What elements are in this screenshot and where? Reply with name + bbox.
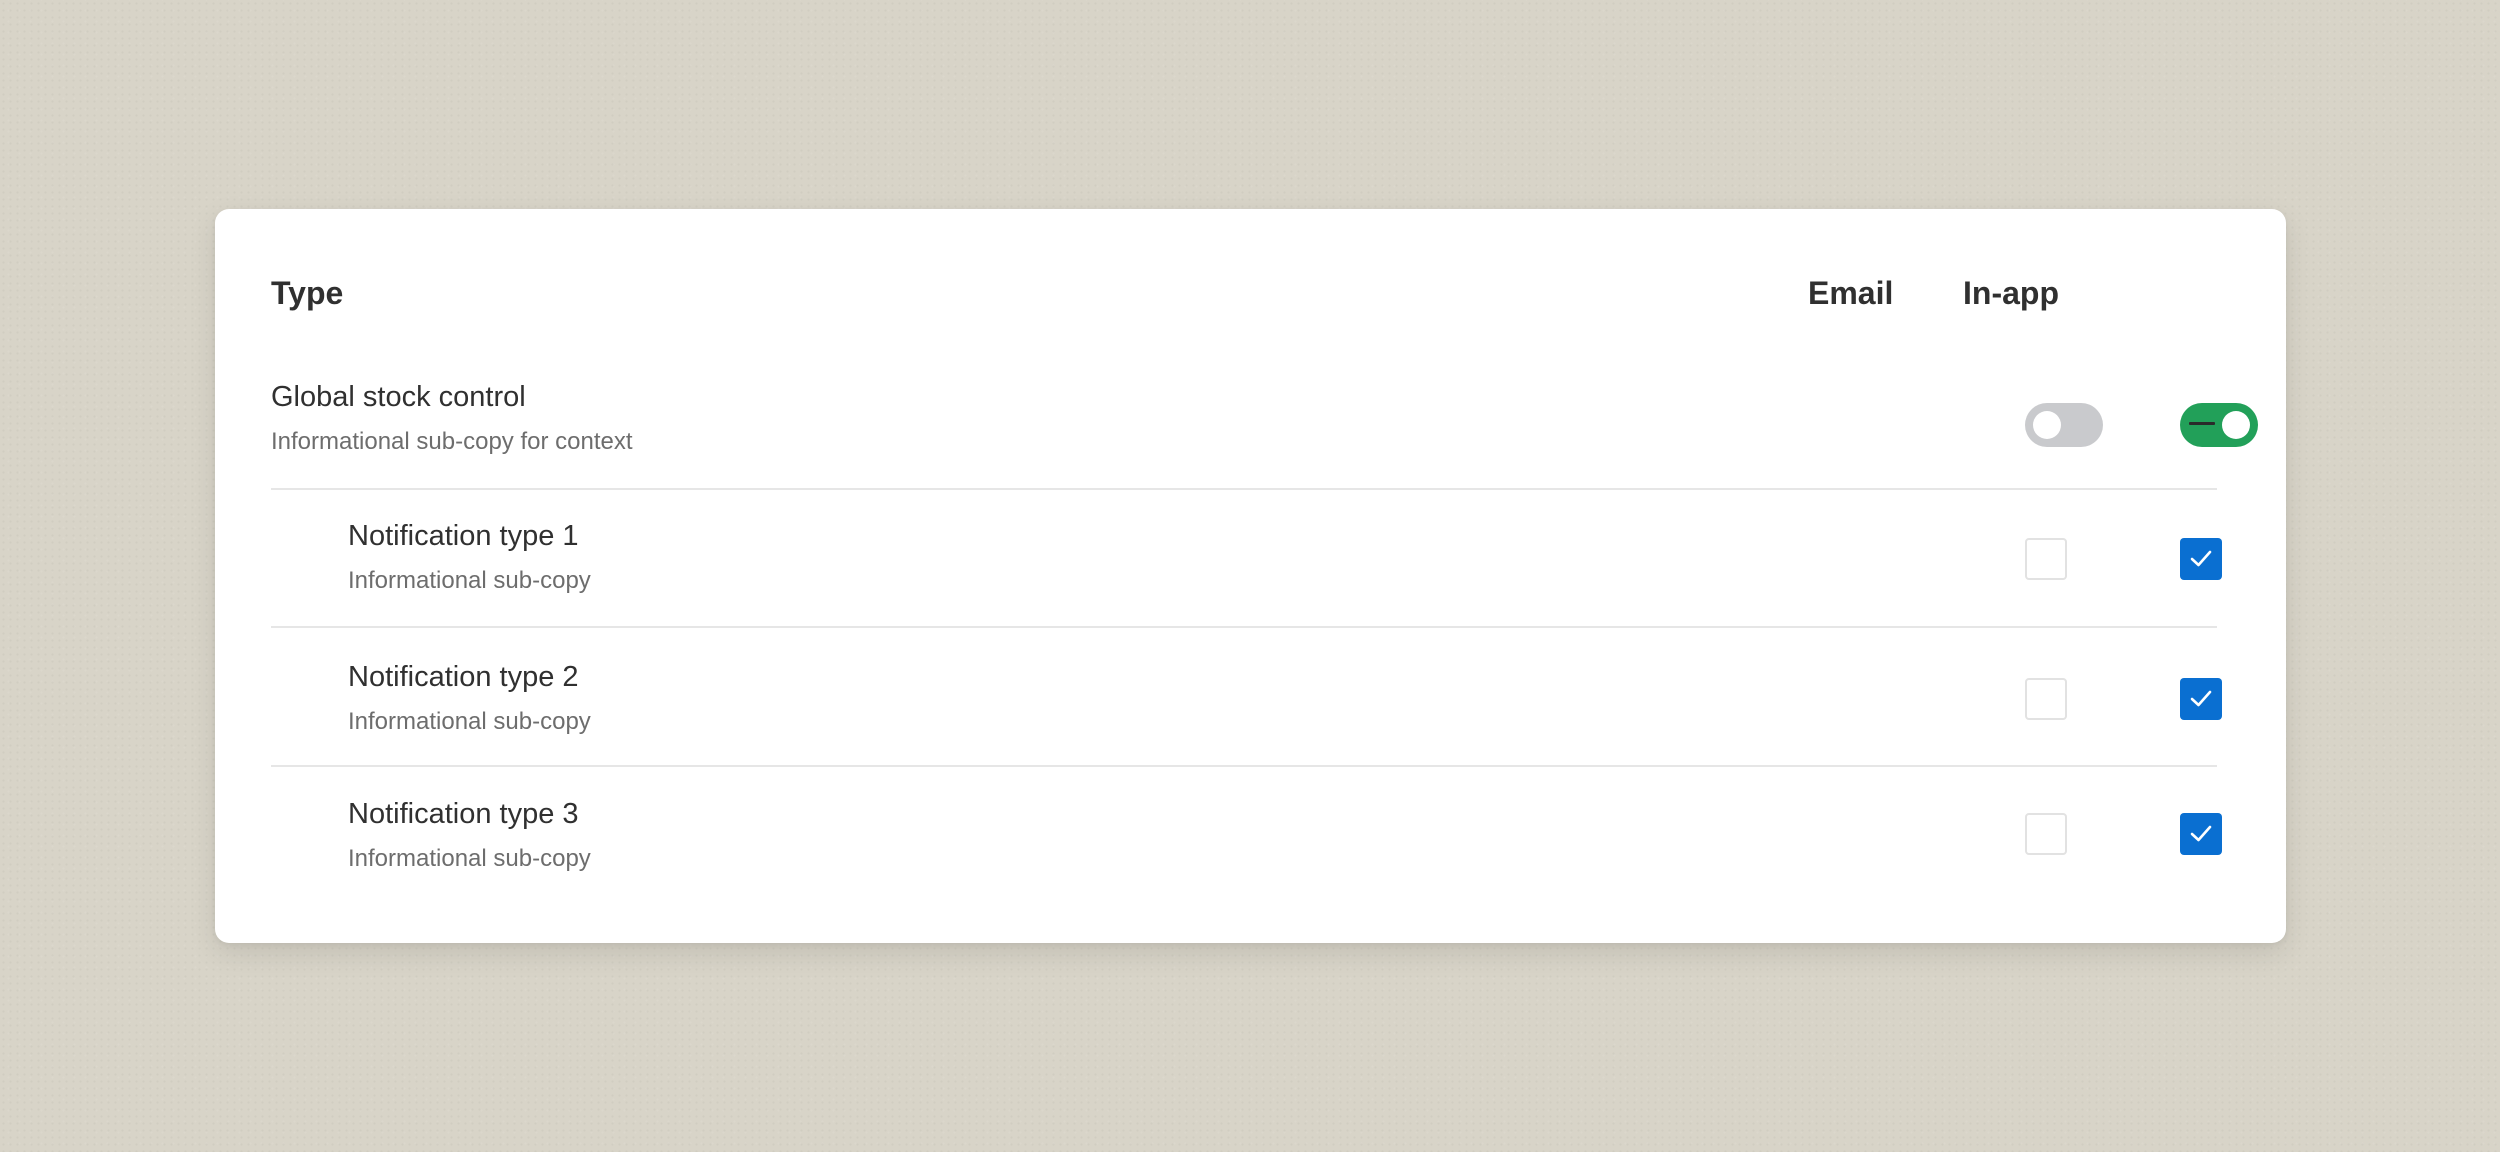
- toggle-knob: [2033, 411, 2061, 439]
- inapp-checkbox[interactable]: [2180, 678, 2222, 720]
- column-header-inapp: In-app: [1963, 275, 2059, 311]
- collapse-group-button[interactable]: [2181, 409, 2221, 439]
- table-row: Notification type 2 Informational sub-co…: [271, 626, 2222, 766]
- item-title: Notification type 2: [348, 661, 579, 693]
- notification-settings-card: Type Email In-app Global stock control I…: [215, 209, 2286, 943]
- checkmark-icon: [2190, 690, 2212, 707]
- email-checkbox[interactable]: [2025, 538, 2067, 580]
- group-subtitle: Informational sub-copy for context: [271, 428, 633, 455]
- item-subtitle: Informational sub-copy: [348, 567, 591, 594]
- toggle-knob: [2222, 411, 2250, 439]
- email-toggle[interactable]: [2025, 403, 2103, 447]
- group-title: Global stock control: [271, 381, 526, 413]
- column-header-email: Email: [1808, 275, 1894, 311]
- email-checkbox[interactable]: [2025, 813, 2067, 855]
- email-checkbox[interactable]: [2025, 678, 2067, 720]
- item-title: Notification type 1: [348, 520, 579, 552]
- minus-icon: [2189, 422, 2215, 425]
- item-subtitle: Informational sub-copy: [348, 708, 591, 735]
- column-header-type: Type: [271, 275, 344, 311]
- table-row: Notification type 1 Informational sub-co…: [271, 488, 2222, 628]
- inapp-checkbox[interactable]: [2180, 538, 2222, 580]
- item-subtitle: Informational sub-copy: [348, 845, 591, 872]
- checkmark-icon: [2190, 550, 2212, 567]
- inapp-checkbox[interactable]: [2180, 813, 2222, 855]
- checkmark-icon: [2190, 825, 2212, 842]
- item-title: Notification type 3: [348, 798, 579, 830]
- table-row: Notification type 3 Informational sub-co…: [271, 765, 2222, 905]
- group-row-global-stock-control: Global stock control Informational sub-c…: [271, 359, 2258, 499]
